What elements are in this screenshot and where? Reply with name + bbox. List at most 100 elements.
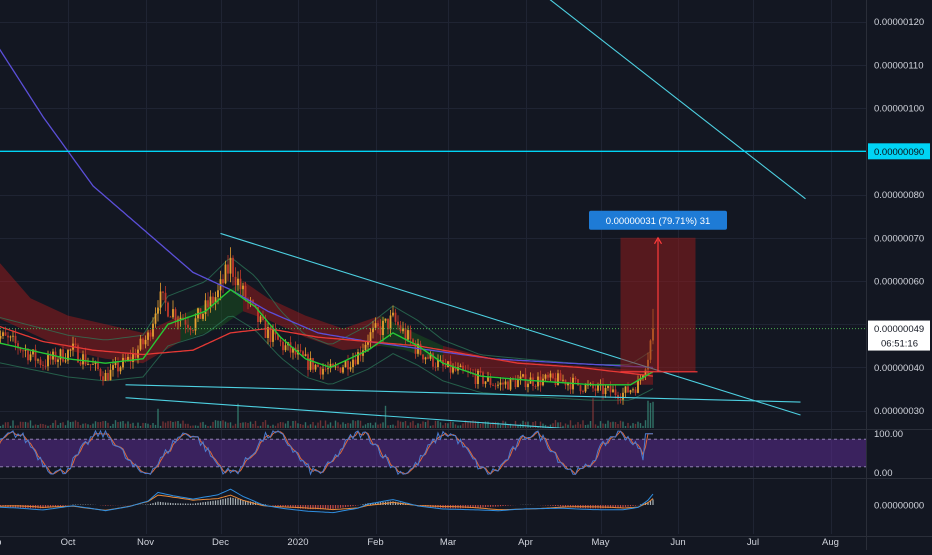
candle-body	[50, 355, 52, 360]
candle-body	[620, 399, 622, 400]
time-axis-tick: Feb	[367, 537, 383, 548]
volume-bar	[97, 422, 98, 428]
volume-bar	[577, 422, 578, 428]
volume-bar	[22, 422, 23, 428]
volume-bar	[367, 423, 368, 428]
volume-bar	[627, 423, 628, 428]
price-axis-tick: 0.00000040	[874, 363, 924, 374]
volume-bar	[170, 421, 171, 428]
candle-body	[550, 374, 552, 378]
candle-body	[410, 330, 412, 339]
candle-body	[85, 354, 87, 364]
candle-body	[582, 391, 584, 392]
candle-body	[392, 313, 394, 316]
volume-bar	[600, 421, 601, 428]
candle-body	[375, 323, 377, 328]
candle-body	[57, 360, 59, 362]
candle-body	[7, 336, 9, 338]
volume-bar	[445, 423, 446, 428]
candle-body	[527, 384, 529, 387]
macd-histogram-bar	[205, 502, 206, 505]
candle-body	[202, 314, 204, 319]
macd-histogram-bar	[222, 499, 223, 505]
volume-bar	[605, 424, 606, 428]
volume-bar	[42, 424, 43, 428]
volume-bar	[462, 423, 463, 428]
volume-bar	[72, 422, 73, 428]
macd-histogram-bar	[195, 503, 196, 505]
macd-histogram-bar	[477, 505, 478, 508]
current-price-label: 0.00000049	[874, 324, 924, 335]
candle-body	[515, 380, 517, 387]
macd-histogram-bar	[277, 505, 278, 506]
volume-bar	[230, 422, 231, 428]
volume-bar	[430, 426, 431, 428]
volume-bar	[227, 423, 228, 428]
candle-body	[352, 360, 354, 368]
volume-bar	[515, 421, 516, 428]
candle-body	[10, 337, 12, 338]
candle-body	[317, 365, 319, 367]
volume-bar	[287, 421, 288, 428]
candle-body	[342, 367, 344, 372]
candle-body	[635, 389, 637, 393]
candle-body	[435, 367, 437, 368]
volume-bar	[310, 424, 311, 428]
candle-body	[482, 372, 484, 384]
candle-body	[427, 357, 429, 358]
volume-bar	[257, 426, 258, 428]
candle-body	[0, 336, 1, 339]
volume-bar	[5, 422, 6, 428]
candle-body	[387, 319, 389, 330]
volume-bar	[120, 422, 121, 428]
candle-body	[145, 340, 147, 344]
macd-histogram-bar	[350, 505, 351, 506]
macd-histogram-bar	[482, 505, 483, 507]
volume-bar	[292, 421, 293, 428]
volume-bar	[110, 426, 111, 428]
volume-bar	[620, 421, 621, 428]
candle-body	[380, 326, 382, 335]
price-axis-tick: 0.00000110	[874, 60, 924, 71]
candle-body	[127, 357, 129, 360]
macd-histogram-bar	[185, 504, 186, 506]
volume-bar	[212, 422, 213, 428]
price-axis-tick: 0.00000060	[874, 277, 924, 288]
candle-body	[150, 333, 152, 337]
volume-bar	[102, 421, 103, 428]
candle-body	[282, 342, 284, 351]
volume-bar	[450, 422, 451, 429]
candle-body	[242, 286, 244, 290]
macd-histogram-bar	[342, 505, 343, 508]
chart-canvas[interactable]: 0.00000031 (79.71%) 310.000000300.000000…	[0, 0, 932, 550]
volume-bar	[565, 424, 566, 429]
macd-histogram-bar	[332, 505, 333, 509]
candle-body	[90, 364, 92, 365]
volume-bar	[567, 425, 568, 428]
macd-histogram-bar	[170, 503, 171, 505]
volume-bar	[635, 424, 636, 428]
volume-bar	[302, 425, 303, 428]
macd-histogram-bar	[625, 505, 626, 507]
volume-bar	[632, 423, 633, 428]
stochastic-axis-tick: 0.00	[874, 468, 893, 479]
candle-body	[107, 373, 109, 380]
volume-bar	[2, 425, 3, 428]
candle-body	[505, 382, 507, 385]
volume-bar	[572, 425, 573, 428]
candle-body	[385, 319, 387, 321]
volume-bar	[127, 421, 128, 428]
price-chart[interactable]: 0.00000031 (79.71%) 310.000000300.000000…	[0, 0, 932, 550]
stochastic-axis-tick: 100.00	[874, 429, 903, 440]
volume-bar	[272, 425, 273, 428]
candle-body	[307, 354, 309, 370]
volume-bar	[145, 423, 146, 428]
volume-bar	[527, 422, 528, 428]
candle-body	[610, 386, 612, 392]
candle-body	[142, 339, 144, 345]
volume-bar	[640, 423, 641, 428]
macd-histogram-bar	[235, 498, 236, 505]
macd-histogram-bar	[345, 505, 346, 507]
time-axis-tick: 2020	[287, 537, 308, 548]
macd-histogram-bar	[275, 505, 276, 506]
